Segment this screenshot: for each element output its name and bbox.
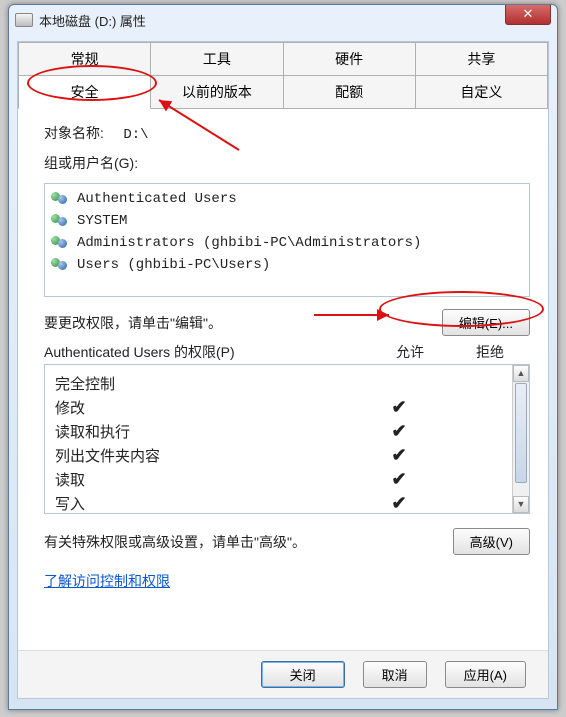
list-item[interactable]: Authenticated Users — [51, 188, 523, 210]
group-name: Authenticated Users — [77, 191, 237, 207]
tab-row-2: 安全 以前的版本 配额 自定义 — [18, 76, 548, 109]
deny-header: 拒绝 — [450, 342, 530, 362]
tab-security[interactable]: 安全 — [18, 76, 151, 109]
advanced-button[interactable]: 高级(V) — [453, 528, 530, 555]
group-name: SYSTEM — [77, 213, 127, 229]
allow-header: 允许 — [370, 342, 450, 362]
permission-name: 列出文件夹内容 — [55, 445, 359, 466]
permission-row: 读取和执行✔ — [55, 419, 519, 443]
advanced-hint: 有关特殊权限或高级设置，请单击"高级"。 — [44, 532, 306, 552]
learn-link[interactable]: 了解访问控制和权限 — [44, 571, 170, 591]
permission-name: 读取和执行 — [55, 421, 359, 442]
group-name: Administrators (ghbibi-PC\Administrators… — [77, 235, 421, 251]
permissions-listbox: 完全控制修改✔读取和执行✔列出文件夹内容✔读取✔写入✔ ▲ ▼ — [44, 364, 530, 514]
users-icon — [51, 256, 71, 274]
permission-row: 完全控制 — [55, 371, 519, 395]
tab-tools[interactable]: 工具 — [151, 42, 283, 76]
window-title: 本地磁盘 (D:) 属性 — [39, 11, 146, 30]
groups-label: 组或用户名(G): — [44, 153, 530, 173]
allow-mark: ✔ — [359, 493, 439, 514]
users-icon — [51, 234, 71, 252]
permission-name: 写入 — [55, 493, 359, 514]
tab-general[interactable]: 常规 — [18, 42, 151, 76]
properties-window: 本地磁盘 (D:) 属性 ✕ 常规 工具 硬件 共享 安全 以前的版本 配额 自… — [8, 4, 558, 710]
tab-quota[interactable]: 配额 — [284, 76, 416, 109]
scroll-down-icon[interactable]: ▼ — [513, 496, 529, 513]
permission-row: 写入✔ — [55, 491, 519, 514]
object-name-row: 对象名称: D:\ — [44, 123, 530, 143]
permission-name: 完全控制 — [55, 373, 359, 394]
permission-name: 修改 — [55, 397, 359, 418]
edit-row: 要更改权限，请单击"编辑"。 编辑(E)... — [44, 309, 530, 336]
permission-row: 列出文件夹内容✔ — [55, 443, 519, 467]
permissions-header: Authenticated Users 的权限(P) 允许 拒绝 — [44, 342, 530, 362]
permission-row: 读取✔ — [55, 467, 519, 491]
allow-mark: ✔ — [359, 469, 439, 490]
scrollbar[interactable]: ▲ ▼ — [512, 365, 529, 513]
advanced-row: 有关特殊权限或高级设置，请单击"高级"。 高级(V) — [44, 528, 530, 555]
close-dialog-button[interactable]: 关闭 — [261, 661, 345, 688]
groups-listbox[interactable]: Authenticated Users SYSTEM Administrator… — [44, 183, 530, 297]
permissions-for-label: Authenticated Users 的权限(P) — [44, 342, 370, 362]
users-icon — [51, 212, 71, 230]
tab-row-1: 常规 工具 硬件 共享 — [18, 42, 548, 76]
cancel-button[interactable]: 取消 — [363, 661, 427, 688]
group-name: Users (ghbibi-PC\Users) — [77, 257, 270, 273]
object-name-value: D:\ — [123, 127, 148, 143]
tab-customize[interactable]: 自定义 — [416, 76, 548, 109]
tab-sharing[interactable]: 共享 — [416, 42, 548, 76]
permission-row: 修改✔ — [55, 395, 519, 419]
disk-icon — [15, 13, 33, 27]
apply-button[interactable]: 应用(A) — [445, 661, 526, 688]
list-item[interactable]: Users (ghbibi-PC\Users) — [51, 254, 523, 276]
tab-previous-versions[interactable]: 以前的版本 — [151, 76, 283, 109]
edit-button[interactable]: 编辑(E)... — [442, 309, 530, 336]
tab-hardware[interactable]: 硬件 — [284, 42, 416, 76]
object-name-label: 对象名称: — [44, 125, 104, 141]
titlebar[interactable]: 本地磁盘 (D:) 属性 ✕ — [9, 5, 557, 35]
edit-hint: 要更改权限，请单击"编辑"。 — [44, 313, 222, 333]
allow-mark: ✔ — [359, 421, 439, 442]
close-button[interactable]: ✕ — [505, 5, 551, 25]
scroll-thumb[interactable] — [515, 383, 527, 483]
dialog-footer: 关闭 取消 应用(A) — [18, 650, 548, 698]
client-area: 常规 工具 硬件 共享 安全 以前的版本 配额 自定义 对象名称: D:\ 组或… — [17, 41, 549, 699]
scroll-up-icon[interactable]: ▲ — [513, 365, 529, 382]
allow-mark: ✔ — [359, 397, 439, 418]
list-item[interactable]: Administrators (ghbibi-PC\Administrators… — [51, 232, 523, 254]
list-item[interactable]: SYSTEM — [51, 210, 523, 232]
allow-mark: ✔ — [359, 445, 439, 466]
users-icon — [51, 190, 71, 208]
permission-name: 读取 — [55, 469, 359, 490]
security-panel: 对象名称: D:\ 组或用户名(G): Authenticated Users … — [18, 109, 548, 601]
